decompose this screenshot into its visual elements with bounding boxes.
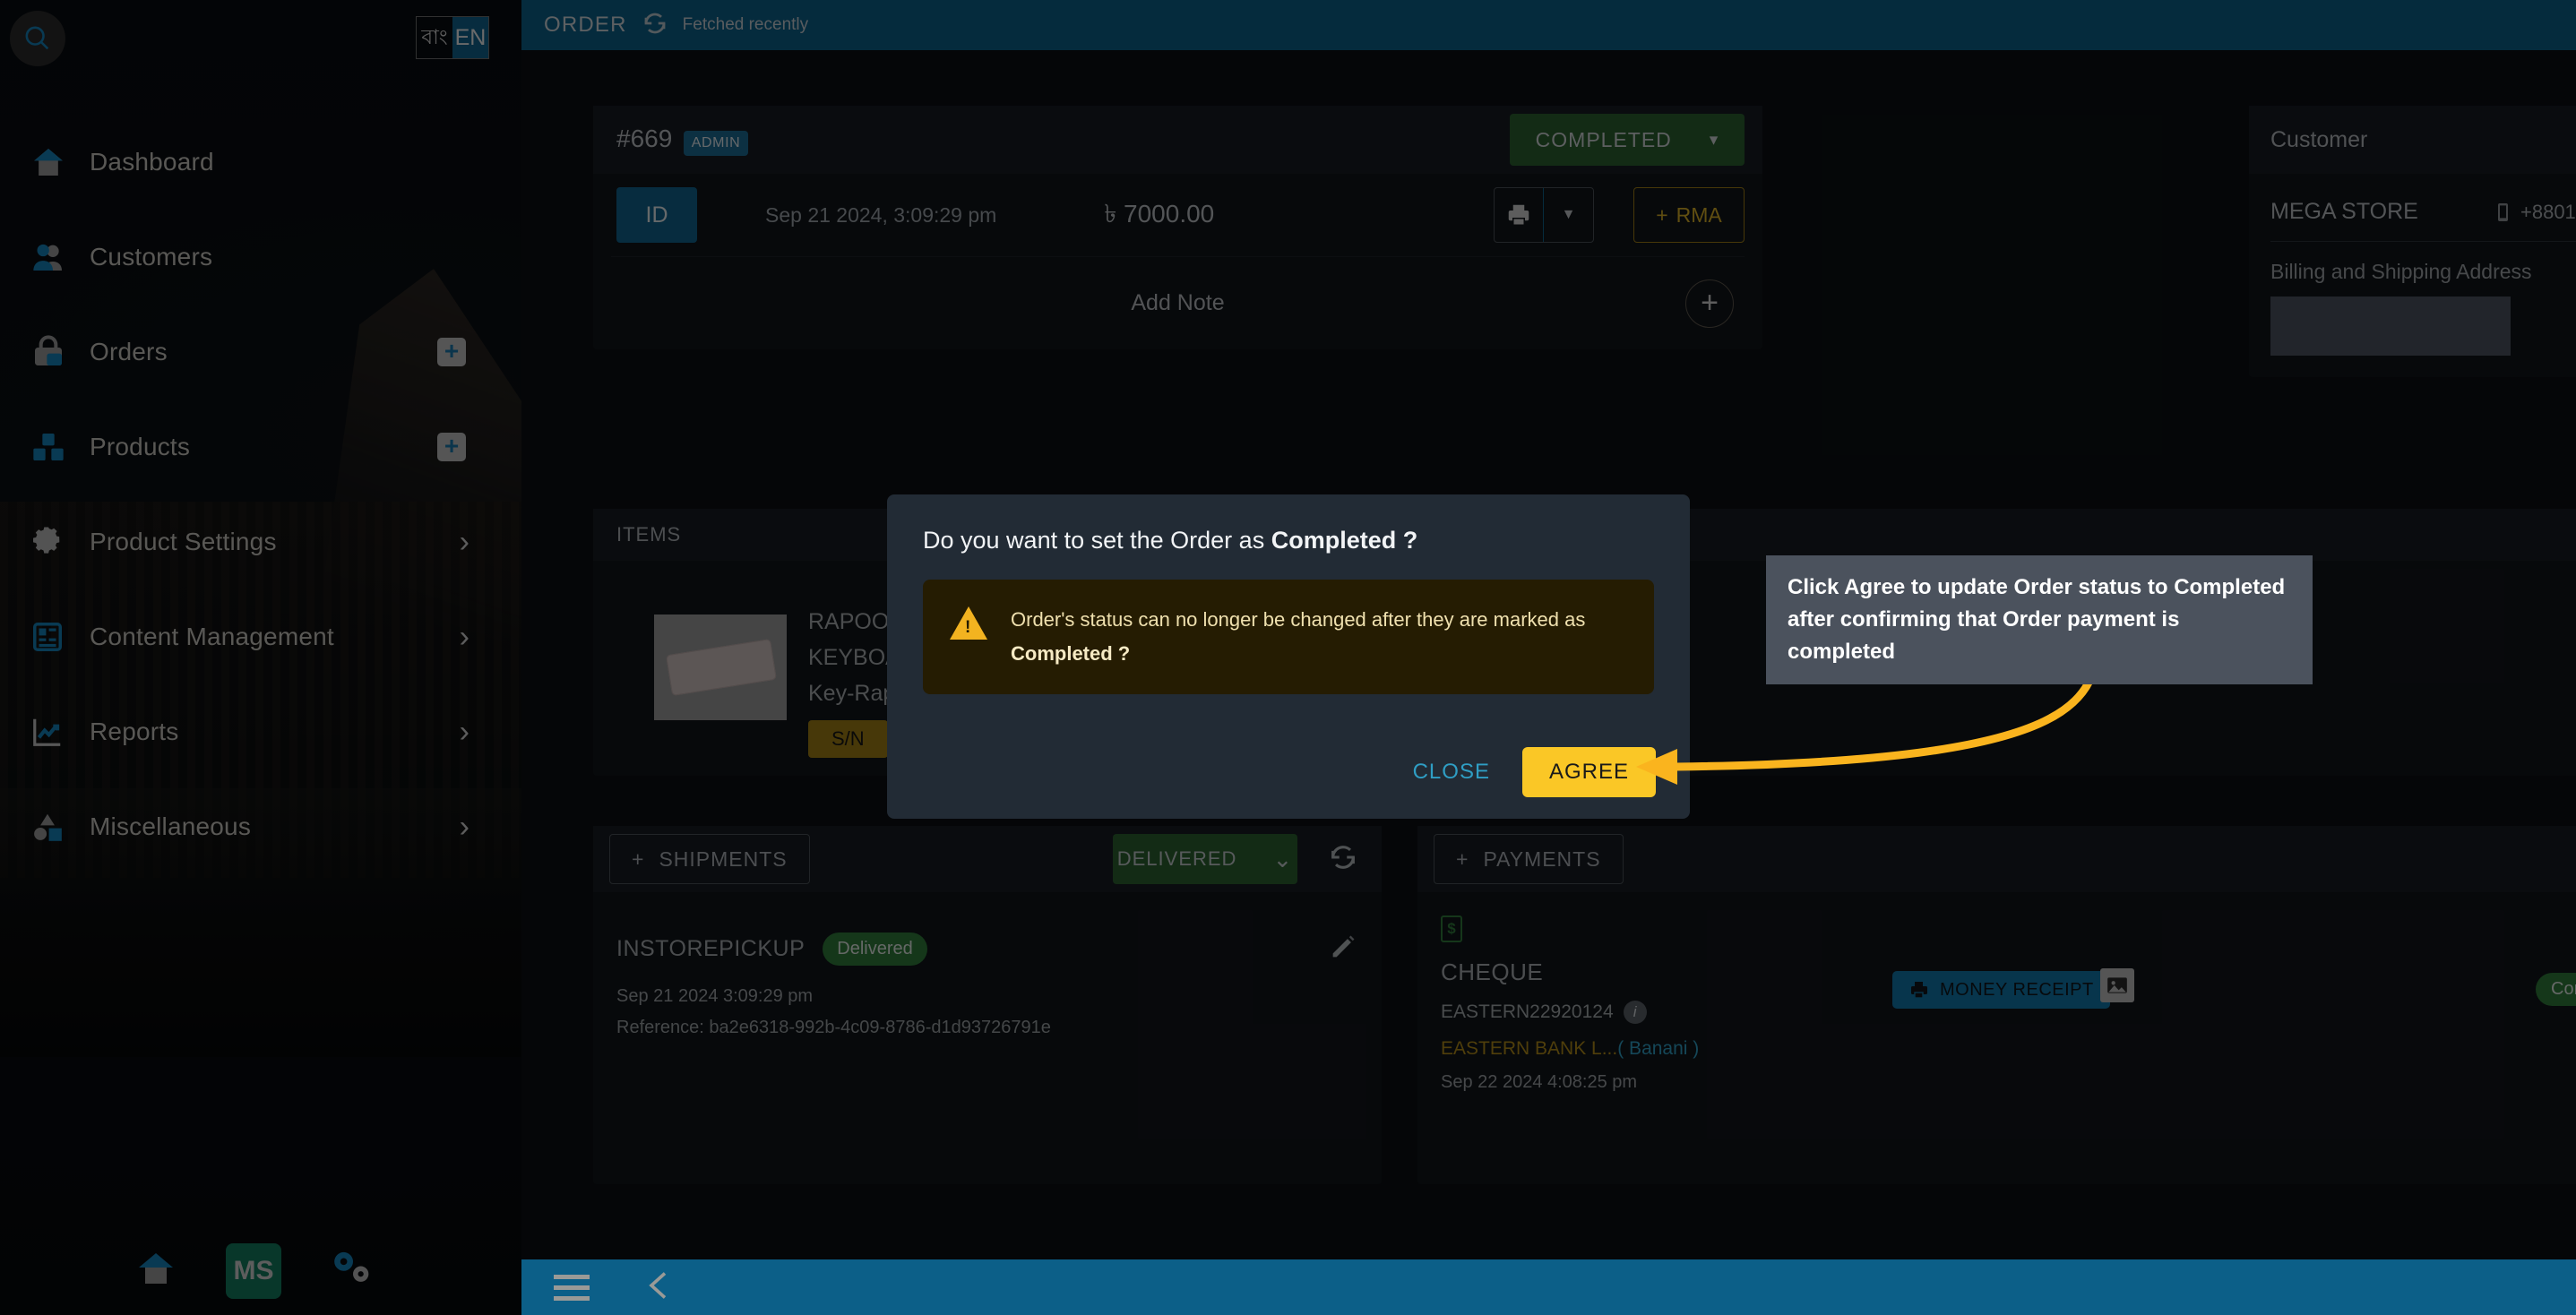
callout-line-2: after confirming that Order payment is c…: [1788, 607, 2180, 664]
callout-tooltip: Click Agree to update Order status to Co…: [1766, 555, 2313, 684]
modal-actions: CLOSE AGREE: [1413, 747, 1656, 797]
modal-question: Do you want to set the Order as Complete…: [923, 527, 1418, 554]
app-root: বাং EN Dashboard Customers Orders: [0, 0, 2576, 1315]
callout-line-1: Click Agree to update Order status to Co…: [1788, 575, 2286, 599]
hamburger-icon[interactable]: [554, 1268, 590, 1307]
modal-warning-box: Order's status can no longer be changed …: [923, 580, 1654, 694]
confirm-modal: Do you want to set the Order as Complete…: [887, 494, 1690, 819]
back-button[interactable]: [643, 1268, 676, 1307]
bottombar: [521, 1259, 2576, 1315]
modal-warning-text: Order's status can no longer be changed …: [1011, 608, 1586, 665]
chevron-left-icon: [649, 1271, 667, 1299]
warning-triangle-icon: [950, 606, 987, 640]
agree-button[interactable]: AGREE: [1521, 747, 1656, 797]
close-button[interactable]: CLOSE: [1413, 760, 1490, 785]
